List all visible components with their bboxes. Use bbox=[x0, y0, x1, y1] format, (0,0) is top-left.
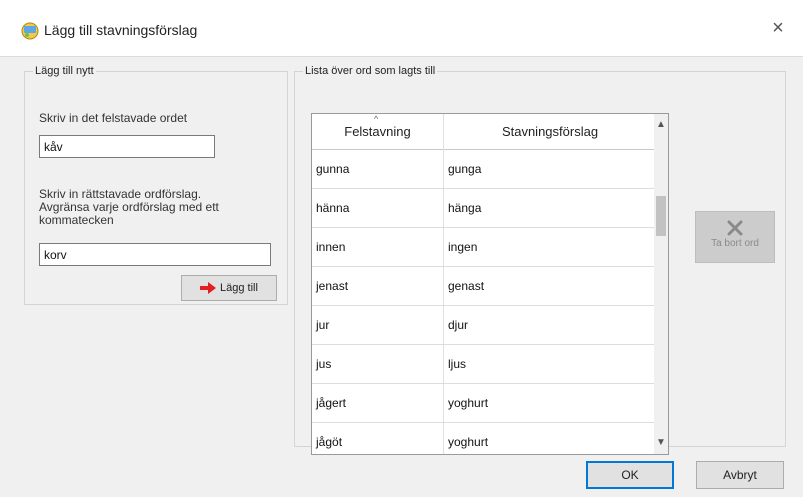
cell-suggestion: yoghurt bbox=[448, 435, 489, 449]
suggestions-input[interactable] bbox=[39, 243, 271, 266]
grid-rows: gunna gunga hänna hänga innen ingen jena… bbox=[312, 150, 656, 454]
add-new-legend: Lägg till nytt bbox=[35, 65, 94, 77]
table-row[interactable]: gunna gunga bbox=[312, 150, 656, 189]
add-button[interactable]: Lägg till bbox=[181, 275, 277, 301]
suggestions-label-line2: Avgränsa varje ordförslag med ett bbox=[39, 200, 219, 214]
added-words-legend: Lista över ord som lagts till bbox=[305, 65, 436, 77]
cell-misspelling: gunna bbox=[312, 150, 444, 188]
app-icon bbox=[21, 22, 39, 40]
title-bar: Lägg till stavningsförslag × bbox=[0, 0, 803, 56]
table-row[interactable]: jus ljus bbox=[312, 345, 656, 384]
table-row[interactable]: jågert yoghurt bbox=[312, 384, 656, 423]
cell-misspelling: jågöt bbox=[312, 423, 444, 454]
close-button[interactable]: × bbox=[763, 14, 793, 42]
cell-suggestion: hänga bbox=[448, 201, 482, 215]
cell-suggestion: yoghurt bbox=[448, 396, 489, 410]
cell-misspelling: jur bbox=[312, 306, 444, 344]
table-row[interactable]: hänna hänga bbox=[312, 189, 656, 228]
misspelled-word-label: Skriv in det felstavade ordet bbox=[39, 111, 188, 125]
scroll-thumb[interactable] bbox=[656, 196, 666, 236]
ok-button[interactable]: OK bbox=[586, 461, 674, 489]
table-row[interactable]: jågöt yoghurt bbox=[312, 423, 656, 454]
suggestions-label-line3: kommatecken bbox=[39, 213, 114, 227]
arrow-right-icon bbox=[200, 282, 217, 294]
dialog-body: Lägg till nytt Skriv in det felstavade o… bbox=[0, 56, 803, 497]
add-button-label: Lägg till bbox=[220, 282, 258, 294]
remove-word-button-label: Ta bort ord bbox=[711, 238, 759, 249]
cell-misspelling: jenast bbox=[312, 267, 444, 305]
scroll-up-icon[interactable]: ▲ bbox=[654, 116, 668, 134]
cell-suggestion: genast bbox=[448, 279, 485, 293]
cell-suggestion: djur bbox=[448, 318, 469, 332]
misspelled-word-input[interactable] bbox=[39, 135, 215, 158]
column-header-misspelling-label: Felstavning bbox=[344, 124, 411, 139]
words-grid[interactable]: ^ Felstavning Stavningsförslag gunna gun… bbox=[311, 113, 669, 455]
scroll-down-icon[interactable]: ▼ bbox=[654, 434, 668, 452]
table-row[interactable]: jenast genast bbox=[312, 267, 656, 306]
added-words-group: Lista över ord som lagts till ^ Felstavn… bbox=[294, 65, 786, 455]
cell-suggestion: ljus bbox=[448, 357, 467, 371]
grid-header: ^ Felstavning Stavningsförslag bbox=[312, 114, 656, 150]
vertical-scrollbar[interactable]: ▲ ▼ bbox=[654, 114, 668, 454]
cell-misspelling: jus bbox=[312, 345, 444, 383]
table-row[interactable]: innen ingen bbox=[312, 228, 656, 267]
window-title: Lägg till stavningsförslag bbox=[44, 22, 198, 38]
remove-x-icon bbox=[727, 220, 743, 236]
column-header-misspelling[interactable]: ^ Felstavning bbox=[312, 114, 444, 150]
column-header-suggestion[interactable]: Stavningsförslag bbox=[444, 114, 656, 150]
cell-suggestion: gunga bbox=[448, 162, 482, 176]
cell-misspelling: jågert bbox=[312, 384, 444, 422]
remove-word-button[interactable]: Ta bort ord bbox=[695, 211, 775, 263]
cell-misspelling: hänna bbox=[312, 189, 444, 227]
sort-ascending-icon: ^ bbox=[374, 114, 379, 124]
suggestions-label-line1: Skriv in rättstavade ordförslag. bbox=[39, 187, 202, 201]
cell-suggestion: ingen bbox=[448, 240, 478, 254]
cancel-button[interactable]: Avbryt bbox=[696, 461, 784, 489]
table-row[interactable]: jur djur bbox=[312, 306, 656, 345]
add-new-group: Lägg till nytt Skriv in det felstavade o… bbox=[24, 65, 288, 305]
cell-misspelling: innen bbox=[312, 228, 444, 266]
